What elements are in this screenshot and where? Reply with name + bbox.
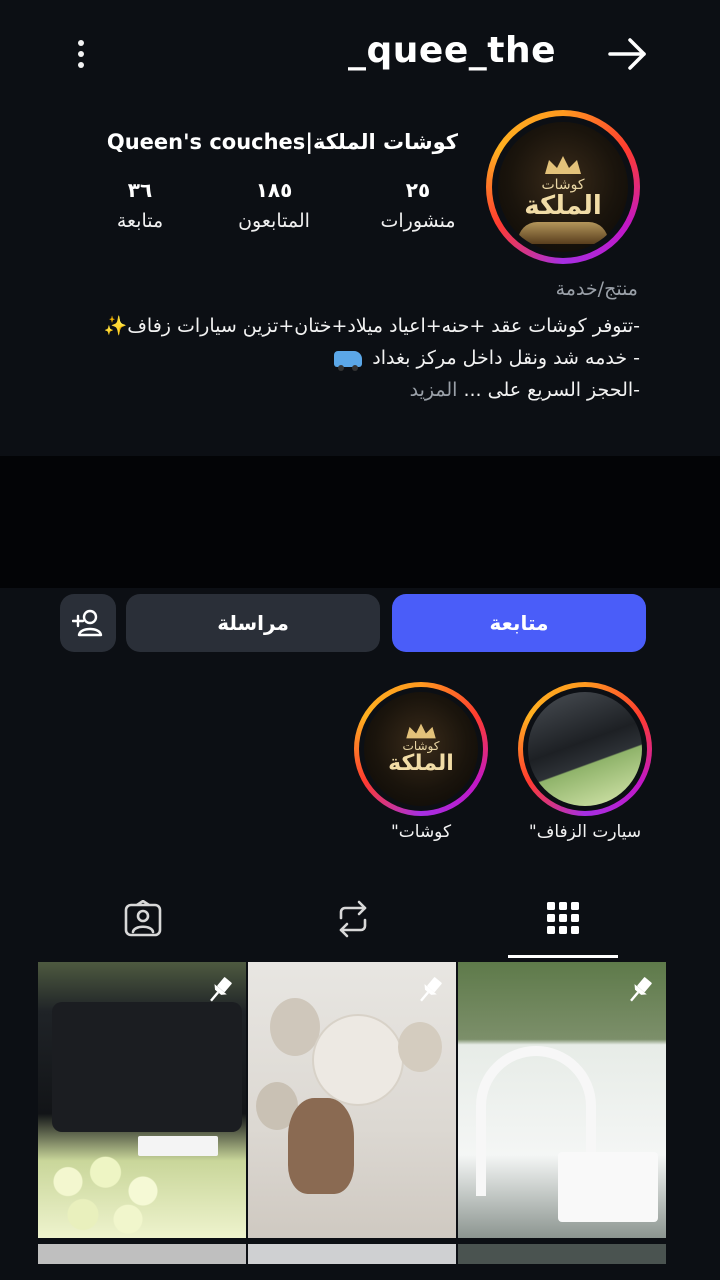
highlight-wedding-cars[interactable]: سيارت الزفاف" <box>518 682 652 842</box>
balloon-graphic <box>312 1014 404 1106</box>
highlight-logo-big-text: الملكة <box>388 750 454 776</box>
bio-line-3: -الحجز السريع على ... المزيد <box>100 374 640 406</box>
tab-tagged[interactable] <box>88 880 198 958</box>
highlight-couches[interactable]: كوشات الملكة كوشات" <box>354 682 488 842</box>
profile-tabs <box>40 880 668 958</box>
crown-icon <box>406 723 436 739</box>
post-thumbnail[interactable] <box>248 962 456 1238</box>
post-thumbnail[interactable] <box>458 1244 666 1264</box>
profile-screen: _quee_the كوشات الملكة كوشات الملكة|Quee… <box>0 0 720 1280</box>
pin-icon <box>420 977 442 1002</box>
post-thumbnail[interactable] <box>38 1244 246 1264</box>
highlight-label: كوشات" <box>390 822 452 842</box>
divider-band <box>0 456 720 588</box>
followers-count: ١٨٥ <box>255 178 293 202</box>
highlight-cover-image: كوشات الملكة <box>364 692 478 806</box>
avatar: كوشات الملكة <box>498 122 628 252</box>
highlight-label: سيارت الزفاف" <box>528 822 642 842</box>
post-thumbnail[interactable] <box>38 962 246 1238</box>
followers-label: المتابعون <box>238 210 310 232</box>
crown-icon <box>545 155 581 174</box>
bio-line-2: - خدمه شد ونقل داخل مركز بغداد <box>100 342 640 374</box>
table-graphic <box>558 1152 658 1222</box>
bio-line-1: -تتوفر كوشات عقد +حنه+اعياد ميلاد+ختان+ت… <box>103 315 640 337</box>
posts-count: ٢٥ <box>405 178 431 202</box>
more-vertical-icon[interactable] <box>66 34 96 74</box>
avatar-logo-small-text: كوشات <box>541 176 585 193</box>
teddy-bear-graphic <box>288 1098 354 1194</box>
follow-button[interactable]: متابعة <box>392 594 646 652</box>
balloon-graphic <box>398 1022 442 1072</box>
stat-following[interactable]: ٣٦ متابعة <box>104 178 176 232</box>
car-graphic <box>52 1002 242 1132</box>
arrow-right-icon[interactable] <box>606 34 650 74</box>
balloon-graphic <box>270 998 320 1056</box>
add-person-button[interactable] <box>60 594 116 652</box>
stat-followers[interactable]: ١٨٥ المتابعون <box>228 178 320 232</box>
stat-posts[interactable]: ٢٥ منشورات <box>372 178 464 232</box>
posts-label: منشورات <box>380 210 456 232</box>
bio-line-3-text: -الحجز السريع على ... <box>463 379 640 401</box>
van-icon <box>334 350 363 371</box>
tab-reposts[interactable] <box>298 880 408 958</box>
post-thumbnail[interactable] <box>248 1244 456 1264</box>
following-count: ٣٦ <box>127 178 153 202</box>
pin-icon <box>210 977 232 1002</box>
message-button[interactable]: مراسلة <box>126 594 380 652</box>
tagged-person-icon <box>124 900 162 937</box>
tab-posts-grid[interactable] <box>508 880 618 958</box>
sofa-graphic <box>518 222 608 244</box>
add-person-icon <box>72 609 103 637</box>
profile-username: _quee_the <box>348 30 556 71</box>
post-thumbnail[interactable] <box>458 962 666 1238</box>
profile-category: منتج/خدمة <box>555 278 638 300</box>
bio-more-link[interactable]: المزيد <box>410 379 458 401</box>
highlight-cover-image <box>528 692 642 806</box>
grid-icon <box>547 901 579 934</box>
pin-icon <box>630 977 652 1002</box>
repost-icon <box>339 900 367 938</box>
following-label: متابعة <box>116 210 164 232</box>
bio-line-2-text: - خدمه شد ونقل داخل مركز بغداد <box>372 347 640 369</box>
profile-avatar-story-ring[interactable]: كوشات الملكة <box>486 110 640 264</box>
profile-display-name: كوشات الملكة|Queen's couches <box>106 130 458 154</box>
avatar-logo-big-text: الملكة <box>524 190 602 221</box>
profile-bio: -تتوفر كوشات عقد +حنه+اعياد ميلاد+ختان+ت… <box>100 310 640 406</box>
top-bar: _quee_the <box>0 0 720 110</box>
flowers-graphic <box>38 1144 188 1238</box>
